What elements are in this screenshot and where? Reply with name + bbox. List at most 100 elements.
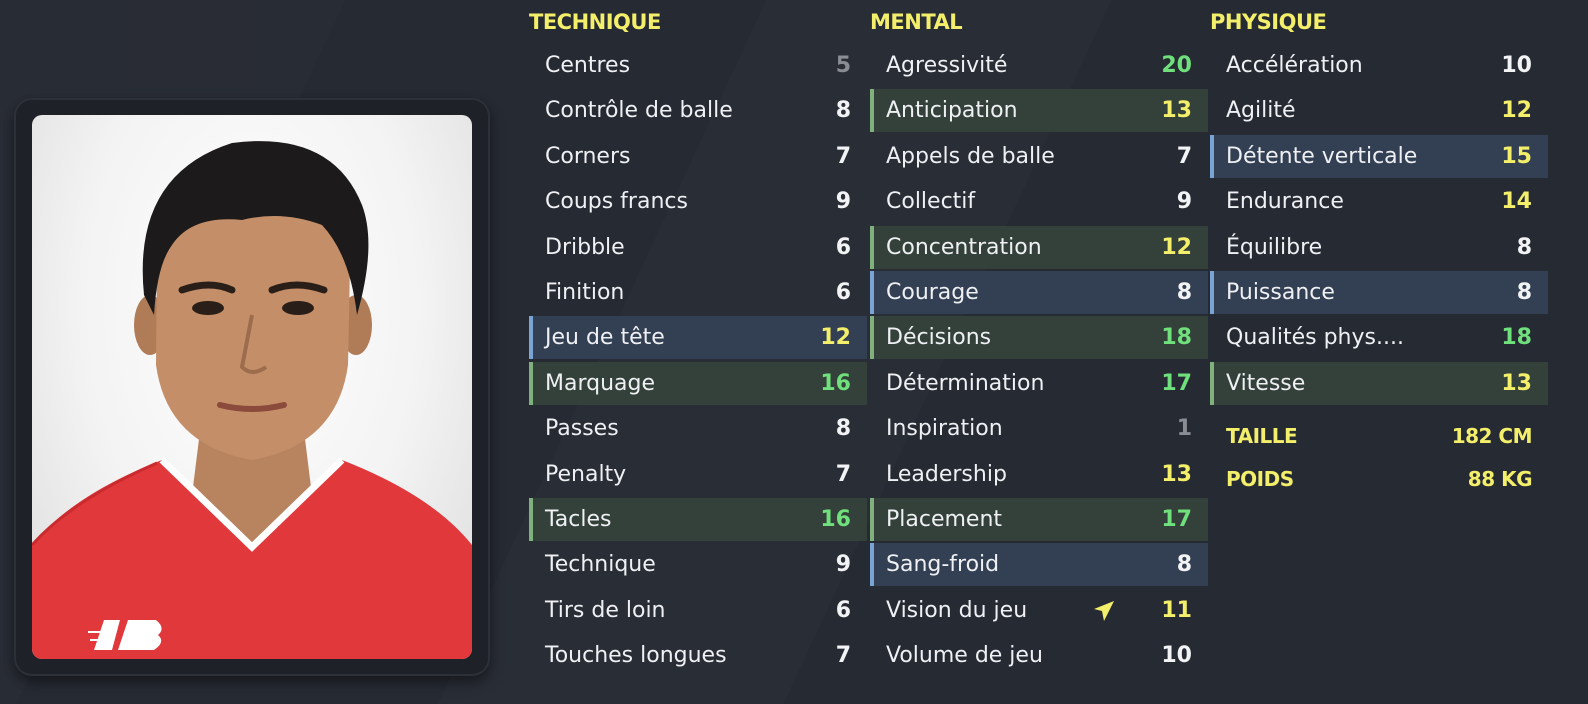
- attribute-label: Qualités phys....: [1226, 325, 1404, 351]
- attribute-value: 17: [1161, 370, 1192, 396]
- attribute-value: 10: [1501, 53, 1532, 78]
- height-value: 182 CM: [1451, 424, 1533, 448]
- attribute-row-dribble[interactable]: Dribble 6: [529, 226, 867, 269]
- attribute-label: Endurance: [1226, 189, 1344, 215]
- attribute-value: 8: [1516, 234, 1532, 260]
- attribute-value: 1: [1176, 416, 1192, 442]
- attribute-row-tacles[interactable]: Tacles 16: [529, 497, 867, 541]
- attribute-row-technique[interactable]: Technique 9: [529, 543, 867, 586]
- attribute-label: Centres: [545, 53, 631, 78]
- attribute-row-placement[interactable]: Placement 17: [870, 497, 1208, 541]
- attribute-label: Décisions: [886, 325, 992, 351]
- attribute-row-finition[interactable]: Finition 6: [529, 271, 867, 314]
- attribute-row-vision-du-jeu[interactable]: Vision du jeu 11: [870, 589, 1208, 632]
- attribute-row-courage[interactable]: Courage 8: [870, 270, 1208, 314]
- attribute-value: 20: [1161, 53, 1192, 78]
- attribute-row-acceleration[interactable]: Accélération 10: [1210, 44, 1548, 87]
- physique-rows: Accélération 10 Agilité 12 Détente verticale…: [1210, 44, 1548, 407]
- attribute-value: 14: [1501, 189, 1532, 215]
- attribute-value: 13: [1161, 98, 1192, 124]
- attribute-label: Appels de balle: [886, 143, 1055, 169]
- attribute-value: 11: [1161, 597, 1192, 623]
- attribute-label: Corners: [545, 143, 631, 169]
- attribute-row-coups-francs[interactable]: Coups francs 9: [529, 180, 867, 223]
- attribute-row-vitesse[interactable]: Vitesse 13: [1210, 361, 1548, 405]
- attribute-row-penalty[interactable]: Penalty 7: [529, 453, 867, 496]
- attribute-value: 16: [820, 506, 851, 532]
- attribute-row-anticipation[interactable]: Anticipation 13: [870, 89, 1208, 133]
- attribute-row-inspiration[interactable]: Inspiration 1: [870, 407, 1208, 450]
- attribute-row-controle-de-balle[interactable]: Contrôle de balle 8: [529, 89, 867, 132]
- attribute-row-agilite[interactable]: Agilité 12: [1210, 89, 1548, 132]
- attribute-row-equilibre[interactable]: Équilibre 8: [1210, 226, 1548, 269]
- attribute-row-concentration[interactable]: Concentration 12: [870, 225, 1208, 269]
- attribute-label: Courage: [886, 279, 979, 305]
- attribute-value: 8: [835, 98, 851, 124]
- weight-info: POIDS 88 KG: [1226, 467, 1533, 491]
- attribute-label: Coups francs: [545, 189, 688, 215]
- attribute-row-marquage[interactable]: Marquage 16: [529, 361, 867, 405]
- attribute-row-collectif[interactable]: Collectif 9: [870, 180, 1208, 223]
- attribute-value: 6: [835, 279, 851, 305]
- mental-title: MENTAL: [870, 10, 963, 34]
- attribute-label: Concentration: [886, 234, 1042, 260]
- attribute-value: 8: [1176, 552, 1192, 578]
- attribute-value: 16: [820, 370, 851, 396]
- weight-label: POIDS: [1226, 467, 1294, 491]
- attribute-label: Vision du jeu: [886, 597, 1028, 623]
- attribute-label: Tirs de loin: [545, 597, 666, 623]
- attribute-value: 7: [835, 643, 851, 669]
- attribute-label: Sang-froid: [886, 552, 1000, 578]
- attribute-value: 5: [835, 53, 851, 78]
- attribute-row-determination[interactable]: Détermination 17: [870, 362, 1208, 405]
- attribute-row-centres[interactable]: Centres 5: [529, 44, 867, 87]
- attribute-label: Puissance: [1226, 279, 1335, 305]
- attribute-label: Placement: [886, 506, 1003, 532]
- attribute-label: Dribble: [545, 234, 625, 260]
- height-info: TAILLE 182 CM: [1226, 424, 1533, 448]
- attribute-label: Contrôle de balle: [545, 98, 733, 124]
- attribute-label: Finition: [545, 279, 625, 305]
- height-label: TAILLE: [1226, 424, 1298, 448]
- mental-rows: Agressivité 20 Anticipation 13 Appels de bal…: [870, 44, 1208, 679]
- attribute-value: 18: [1501, 325, 1532, 351]
- attribute-value: 10: [1161, 643, 1192, 669]
- attribute-label: Détermination: [886, 370, 1045, 396]
- cursor-arrow-icon: [1094, 600, 1114, 621]
- attribute-value: 6: [835, 597, 851, 623]
- attribute-value: 7: [835, 143, 851, 169]
- player-photo: [32, 115, 472, 659]
- attribute-row-touches-longues[interactable]: Touches longues 7: [529, 634, 867, 677]
- attribute-value: 15: [1501, 143, 1532, 169]
- attribute-label: Anticipation: [886, 98, 1018, 124]
- attribute-row-jeu-de-tete[interactable]: Jeu de tête 12: [529, 316, 867, 360]
- attribute-row-passes[interactable]: Passes 8: [529, 407, 867, 450]
- attribute-value: 18: [1161, 325, 1192, 351]
- attribute-row-appels-de-balle[interactable]: Appels de balle 7: [870, 135, 1208, 178]
- attribute-row-volume-de-jeu[interactable]: Volume de jeu 10: [870, 634, 1208, 677]
- attribute-row-tirs-de-loin[interactable]: Tirs de loin 6: [529, 589, 867, 632]
- attribute-value: 6: [835, 234, 851, 260]
- attribute-row-leadership[interactable]: Leadership 13: [870, 453, 1208, 496]
- attribute-label: Penalty: [545, 461, 627, 487]
- attribute-row-agressivite[interactable]: Agressivité 20: [870, 44, 1208, 87]
- attribute-row-detente-verticale[interactable]: Détente verticale 15: [1210, 134, 1548, 178]
- attribute-value: 13: [1501, 370, 1532, 396]
- attribute-value: 9: [835, 552, 851, 578]
- attribute-row-endurance[interactable]: Endurance 14: [1210, 180, 1548, 223]
- attribute-label: Jeu de tête: [545, 325, 665, 351]
- attribute-label: Touches longues: [545, 643, 727, 669]
- attribute-row-puissance[interactable]: Puissance 8: [1210, 270, 1548, 314]
- attribute-value: 7: [1176, 143, 1192, 169]
- attribute-row-decisions[interactable]: Décisions 18: [870, 316, 1208, 360]
- attribute-label: Vitesse: [1226, 370, 1306, 396]
- attribute-row-corners[interactable]: Corners 7: [529, 135, 867, 178]
- attribute-label: Volume de jeu: [886, 643, 1043, 669]
- attribute-value: 12: [820, 325, 851, 351]
- attribute-value: 8: [835, 416, 851, 442]
- attribute-row-qualites-phys[interactable]: Qualités phys.... 18: [1210, 316, 1548, 359]
- attribute-value: 7: [835, 461, 851, 487]
- attribute-row-sang-froid[interactable]: Sang-froid 8: [870, 543, 1208, 587]
- attribute-value: 17: [1161, 506, 1192, 532]
- attribute-value: 9: [1176, 189, 1192, 215]
